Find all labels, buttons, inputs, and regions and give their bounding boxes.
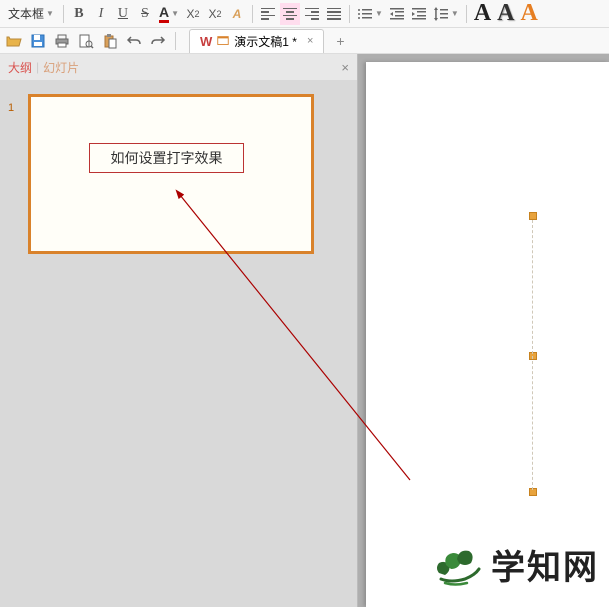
undo-button[interactable] — [124, 30, 144, 52]
line-spacing-button[interactable]: ▼ — [431, 3, 461, 25]
decrease-indent-button[interactable] — [387, 3, 407, 25]
font-color-icon: A — [159, 4, 169, 23]
slide-thumbnail[interactable]: 如何设置打字效果 — [28, 94, 314, 254]
outline-tab[interactable]: 大纲 — [8, 59, 32, 76]
separator — [175, 32, 176, 50]
watermark-logo-icon — [431, 543, 483, 587]
separator — [252, 5, 253, 23]
chevron-down-icon: ▼ — [46, 9, 54, 18]
align-left-button[interactable] — [258, 3, 278, 25]
redo-button[interactable] — [148, 30, 168, 52]
panel-tabs: 大纲 | 幻灯片 × — [0, 54, 357, 80]
print-button[interactable] — [52, 30, 72, 52]
paste-button[interactable] — [100, 30, 120, 52]
slide-textbox: 如何设置打字效果 — [89, 143, 244, 173]
print-preview-button[interactable] — [76, 30, 96, 52]
separator — [63, 5, 64, 23]
document-tab[interactable]: W 演示文稿1 * × — [189, 29, 324, 53]
underline-button[interactable]: U — [113, 3, 133, 25]
bullets-button[interactable]: ▼ — [355, 3, 385, 25]
slide-panel: 大纲 | 幻灯片 × 1 如何设置打字效果 — [0, 54, 358, 607]
thumbnail-area: 1 如何设置打字效果 — [0, 80, 357, 607]
separator — [466, 5, 467, 23]
slide-number: 1 — [8, 102, 14, 114]
align-right-button[interactable] — [302, 3, 322, 25]
quick-access-toolbar: W 演示文稿1 * × + — [0, 28, 609, 54]
clear-format-button[interactable]: A — [227, 3, 247, 25]
italic-button[interactable]: I — [91, 3, 111, 25]
tab-close-button[interactable]: × — [307, 35, 313, 47]
slides-tab[interactable]: 幻灯片 — [43, 59, 79, 76]
tab-title: 演示文稿1 * — [234, 33, 297, 50]
chevron-down-icon: ▼ — [375, 9, 383, 18]
selection-edge — [532, 220, 533, 490]
formatting-toolbar: 文本框 ▼ B I U S A ▼ X2 X2 A ▼ ▼ — [0, 0, 609, 28]
superscript-button[interactable]: X2 — [183, 3, 203, 25]
watermark: 学知网 — [431, 540, 599, 589]
strikethrough-button[interactable]: S — [135, 3, 155, 25]
chevron-down-icon: ▼ — [451, 9, 459, 18]
separator: | — [36, 60, 39, 74]
textbox-dropdown[interactable]: 文本框 ▼ — [4, 3, 58, 25]
text-style-1[interactable]: A — [472, 3, 493, 25]
selection-handle[interactable] — [529, 488, 537, 496]
textbox-label: 文本框 — [8, 5, 44, 22]
bold-button[interactable]: B — [69, 3, 89, 25]
canvas-area — [358, 54, 609, 607]
panel-close-button[interactable]: × — [341, 60, 349, 75]
align-justify-button[interactable] — [324, 3, 344, 25]
new-tab-button[interactable]: + — [336, 33, 344, 49]
save-button[interactable] — [28, 30, 48, 52]
text-style-3[interactable]: A — [519, 3, 540, 25]
open-button[interactable] — [4, 30, 24, 52]
increase-indent-button[interactable] — [409, 3, 429, 25]
chevron-down-icon: ▼ — [171, 9, 179, 18]
main-area: 大纲 | 幻灯片 × 1 如何设置打字效果 — [0, 54, 609, 607]
subscript-button[interactable]: X2 — [205, 3, 225, 25]
selection-handle[interactable] — [529, 212, 537, 220]
separator — [349, 5, 350, 23]
wps-logo-icon: W — [200, 34, 212, 49]
selection-handle[interactable] — [529, 352, 537, 360]
align-center-button[interactable] — [280, 3, 300, 25]
watermark-text: 学知网 — [491, 540, 599, 589]
presentation-icon — [216, 34, 230, 48]
font-color-button[interactable]: A ▼ — [157, 3, 181, 25]
slide-canvas[interactable] — [366, 62, 609, 607]
text-style-2[interactable]: A — [495, 3, 516, 25]
